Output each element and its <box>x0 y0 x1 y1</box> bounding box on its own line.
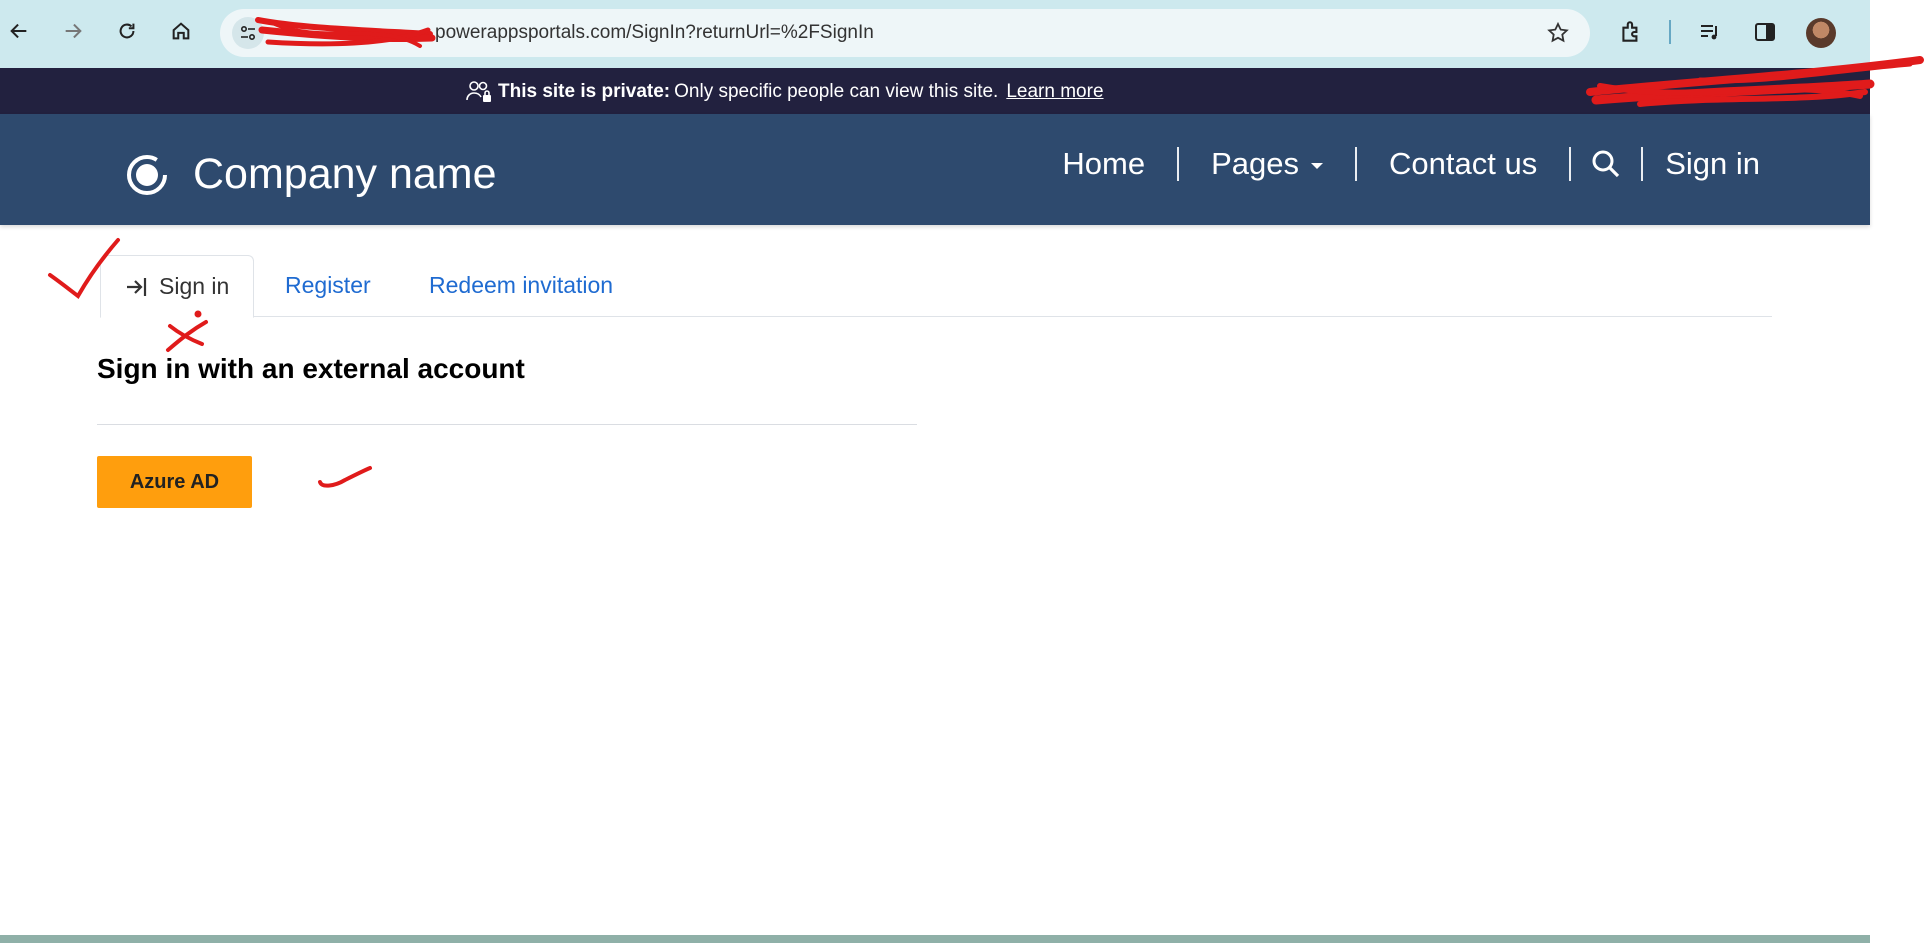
tab-sign-in[interactable]: Sign in <box>100 255 255 318</box>
reload-icon[interactable] <box>110 14 144 48</box>
azure-ad-button[interactable]: Azure AD <box>97 456 252 508</box>
learn-more-link[interactable]: Learn more <box>1006 81 1103 103</box>
section-divider <box>97 424 917 425</box>
site-info-icon[interactable] <box>232 17 264 49</box>
url-text[interactable]: powerappsportals.com/SignIn?returnUrl=%2… <box>435 22 874 44</box>
bookmark-star-icon[interactable] <box>1546 21 1570 50</box>
side-panel-icon[interactable] <box>1750 17 1780 47</box>
tab-sign-in-label: Sign in <box>159 273 230 299</box>
profile-avatar[interactable] <box>1806 18 1836 48</box>
back-arrow-icon[interactable] <box>2 14 36 48</box>
banner-message: This site is private: Only specific peop… <box>466 80 1104 104</box>
footer-strip <box>0 935 1870 943</box>
browser-toolbar: powerappsportals.com/SignIn?returnUrl=%2… <box>0 0 1870 68</box>
sign-in-icon <box>127 277 147 296</box>
site-nav: Home Pages Contact us Sign in <box>1030 144 1760 184</box>
annotation-tick-icon <box>318 466 372 488</box>
nav-home[interactable]: Home <box>1030 146 1177 182</box>
page-title: Sign in with an external account <box>97 353 525 384</box>
search-icon[interactable] <box>1571 149 1641 179</box>
tab-redeem-invitation[interactable]: Redeem invitation <box>429 255 613 315</box>
extensions-icon[interactable] <box>1616 17 1646 47</box>
brand-name: Company name <box>193 150 497 198</box>
nav-divider <box>1641 147 1644 181</box>
tab-register[interactable]: Register <box>285 255 371 315</box>
annotation-x-mark-icon <box>166 310 208 352</box>
home-icon[interactable] <box>164 14 198 48</box>
banner-bold-text: This site is private: <box>498 81 671 102</box>
address-bar[interactable]: powerappsportals.com/SignIn?returnUrl=%2… <box>220 9 1590 57</box>
private-people-icon <box>466 81 491 102</box>
chevron-down-icon <box>1311 163 1323 169</box>
nav-pages[interactable]: Pages <box>1179 146 1355 182</box>
nav-contact[interactable]: Contact us <box>1357 146 1569 182</box>
banner-text: Only specific people can view this site. <box>674 81 999 102</box>
forward-arrow-icon[interactable] <box>56 14 90 48</box>
auth-tabs: Sign in Register Redeem invitation <box>100 255 1772 318</box>
nav-divider <box>1355 147 1357 181</box>
company-logo-icon <box>127 154 167 195</box>
toolbar-divider <box>1669 20 1671 44</box>
nav-divider <box>1177 147 1180 181</box>
site-header: Company name Home Pages Contact us Sign … <box>0 114 1870 225</box>
nav-sign-in[interactable]: Sign in <box>1643 146 1760 182</box>
brand[interactable]: Company name <box>125 150 497 199</box>
media-control-icon[interactable] <box>1695 17 1725 47</box>
nav-pages-label: Pages <box>1211 146 1299 181</box>
nav-divider <box>1569 147 1572 181</box>
private-site-banner: This site is private: Only specific peop… <box>0 68 1870 114</box>
